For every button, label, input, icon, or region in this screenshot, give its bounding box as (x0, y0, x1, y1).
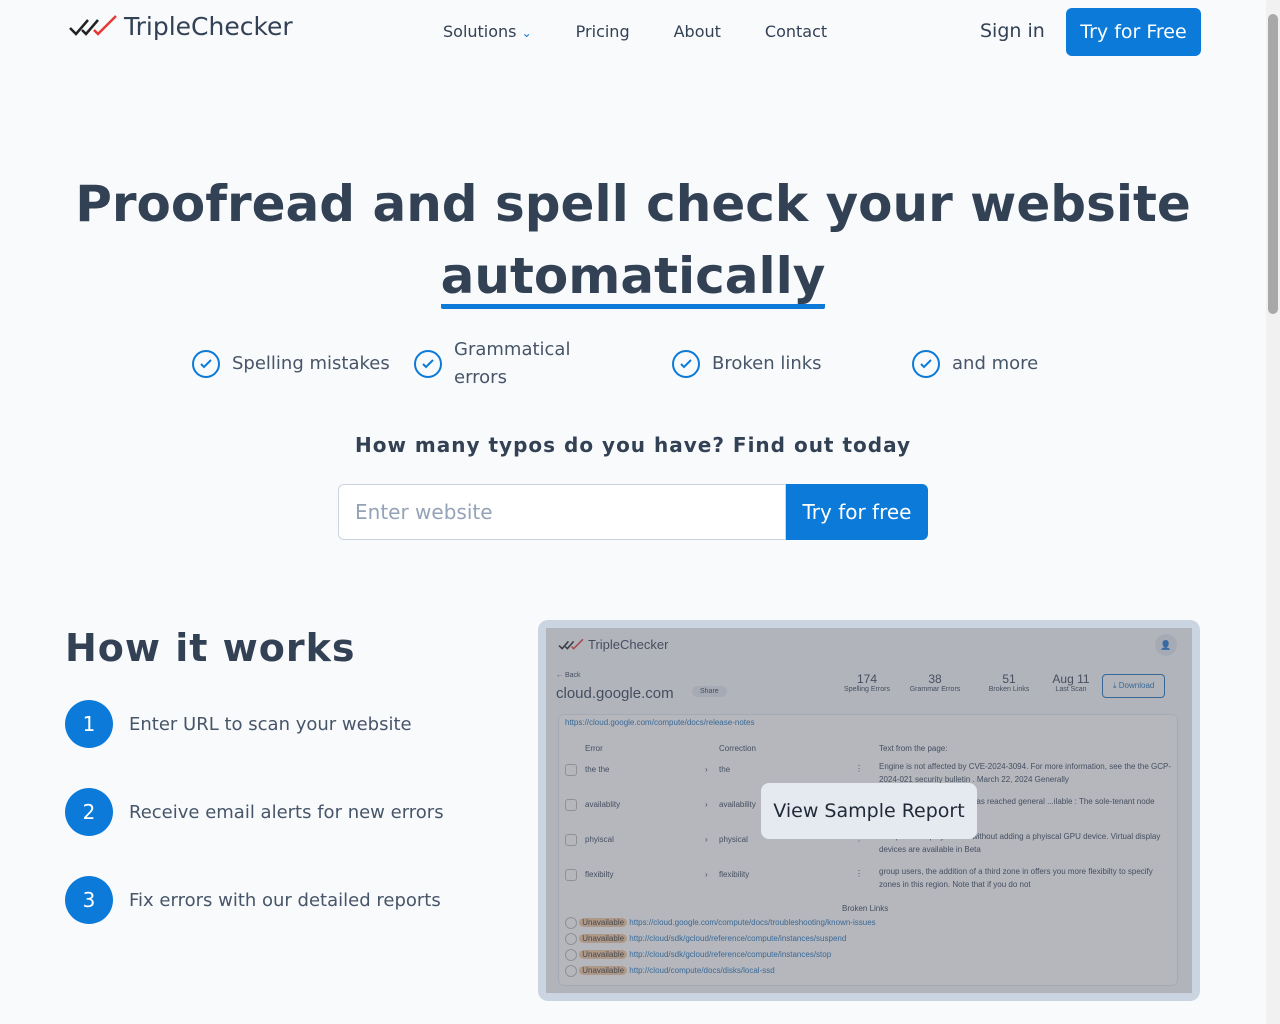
feature-item: Broken links (672, 350, 822, 378)
nav-about[interactable]: About (674, 22, 721, 41)
try-for-free-button[interactable]: Try for Free (1066, 8, 1201, 56)
view-sample-report-button[interactable]: View Sample Report (761, 783, 977, 839)
scrollbar[interactable] (1266, 0, 1280, 1024)
nav-solutions[interactable]: Solutions ⌄ (443, 22, 532, 41)
check-circle-icon (192, 350, 220, 378)
hero-subtitle: How many typos do you have? Find out tod… (355, 433, 911, 457)
step-item: 1 Enter URL to scan your website (65, 700, 412, 748)
top-nav: TripleChecker Solutions ⌄ Pricing About … (0, 0, 1266, 62)
check-circle-icon (912, 350, 940, 378)
brand-logo[interactable]: TripleChecker (68, 12, 293, 41)
brand-name: TripleChecker (124, 12, 293, 41)
step-number: 2 (65, 788, 113, 836)
nav-contact[interactable]: Contact (765, 22, 827, 41)
check-circle-icon (414, 350, 442, 378)
nav-pricing[interactable]: Pricing (576, 22, 630, 41)
try-for-free-submit[interactable]: Try for free (786, 484, 928, 540)
step-number: 3 (65, 876, 113, 924)
how-it-works-title: How it works (65, 626, 356, 670)
scrollbar-thumb[interactable] (1268, 14, 1278, 314)
website-input[interactable] (338, 484, 786, 540)
scan-form: Try for free (338, 484, 928, 540)
feature-item: Spelling mistakes (192, 350, 390, 378)
step-number: 1 (65, 700, 113, 748)
check-circle-icon (672, 350, 700, 378)
step-item: 2 Receive email alerts for new errors (65, 788, 444, 836)
triple-check-icon (69, 14, 117, 36)
hero-title: Proofread and spell check your website au… (0, 168, 1266, 312)
feature-item: and more (912, 350, 1038, 378)
step-item: 3 Fix errors with our detailed reports (65, 876, 441, 924)
feature-item: Grammatical errors (414, 336, 584, 392)
feature-list: Spelling mistakes Grammatical errors Bro… (192, 336, 1072, 392)
sign-in-link[interactable]: Sign in (980, 20, 1045, 42)
chevron-down-icon: ⌄ (521, 26, 532, 40)
